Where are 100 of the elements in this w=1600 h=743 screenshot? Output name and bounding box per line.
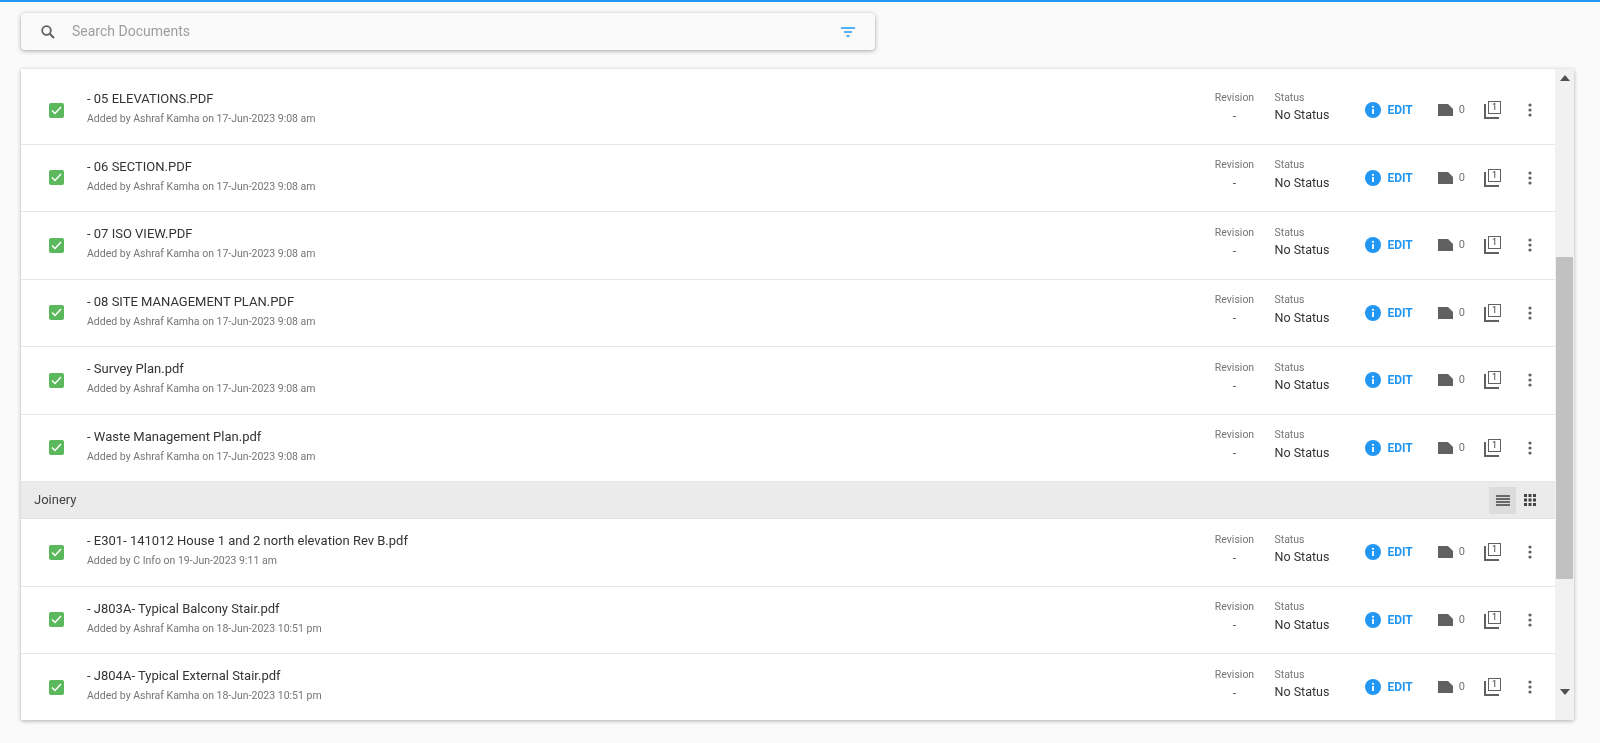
checkbox[interactable]	[49, 237, 64, 253]
revision-label: Revision	[1214, 531, 1255, 548]
info-icon[interactable]	[1365, 439, 1382, 456]
document-name[interactable]: - 07 ISO VIEW.PDF	[87, 225, 1200, 244]
info-icon[interactable]	[1365, 102, 1382, 119]
attachment-count: 0	[1458, 439, 1465, 456]
attachment-count: 0	[1458, 679, 1465, 695]
revision-label: Revision	[1214, 666, 1255, 683]
info-icon[interactable]	[1365, 611, 1382, 628]
more-icon[interactable]	[1528, 680, 1532, 695]
copies-count: 1	[1488, 438, 1501, 452]
document-name[interactable]: - Survey Plan.pdf	[87, 360, 1200, 379]
info-icon[interactable]	[1365, 169, 1382, 186]
attachment-count: 0	[1458, 237, 1465, 253]
checkbox[interactable]	[49, 679, 64, 695]
copies-count: 1	[1488, 543, 1501, 557]
status-value: No Status	[1274, 376, 1331, 395]
more-icon[interactable]	[1528, 612, 1532, 627]
document-name[interactable]: - 08 SITE MANAGEMENT PLAN.PDF	[87, 292, 1200, 311]
grid-view-icon	[1523, 494, 1536, 506]
status-label: Status	[1274, 666, 1306, 683]
revision-label: Revision	[1214, 599, 1255, 616]
revision-value: -	[1232, 445, 1237, 463]
added-by-text: Added by Ashraf Kamha on 17-Jun-2023 9:08 am	[87, 179, 317, 194]
attachment-count: 0	[1458, 304, 1465, 321]
more-icon[interactable]	[1528, 545, 1532, 560]
document-name[interactable]: - E301- 141012 House 1 and 2 north elevation Rev B.pdf	[87, 532, 1200, 551]
status-label: Status	[1274, 427, 1306, 443]
folder-icon[interactable]	[1437, 613, 1453, 626]
attachment-count: 0	[1458, 102, 1465, 118]
folder-icon[interactable]	[1437, 306, 1453, 319]
more-icon[interactable]	[1528, 440, 1532, 455]
info-icon[interactable]	[1365, 237, 1382, 254]
document-name[interactable]: - Waste Management Plan.pdf	[87, 427, 1200, 446]
status-label: Status	[1274, 599, 1306, 615]
attachment-count: 0	[1458, 372, 1465, 388]
status-label: Status	[1274, 157, 1306, 173]
attachment-count: 0	[1458, 169, 1465, 186]
revision-label: Revision	[1214, 89, 1255, 106]
revision-value: -	[1232, 549, 1237, 567]
added-by-text: Added by Ashraf Kamha on 17-Jun-2023 9:08 am	[87, 247, 317, 262]
more-icon[interactable]	[1528, 103, 1532, 118]
scrollbar-thumb[interactable]	[1556, 257, 1573, 579]
folder-icon[interactable]	[1437, 374, 1453, 387]
revision-value: -	[1232, 107, 1237, 125]
info-icon[interactable]	[1365, 544, 1382, 561]
list-view-button[interactable]	[1489, 486, 1516, 514]
status-value: No Status	[1274, 173, 1331, 192]
search-field[interactable]: Search Documents	[72, 21, 841, 42]
scroll-down-arrow[interactable]	[1559, 689, 1570, 695]
revision-label: Revision	[1214, 427, 1255, 444]
status-label: Status	[1274, 89, 1306, 106]
revision-value: -	[1232, 175, 1237, 193]
scroll-up-arrow[interactable]	[1559, 75, 1570, 81]
added-by-text: Added by C Info on 19-Jun-2023 9:11 am	[87, 554, 278, 569]
folder-icon[interactable]	[1437, 441, 1453, 454]
copies-count: 1	[1488, 678, 1501, 692]
more-icon[interactable]	[1528, 170, 1532, 185]
document-name[interactable]: - J803A- Typical Balcony Stair.pdf	[87, 599, 1200, 618]
info-icon[interactable]	[1365, 372, 1382, 389]
document-name[interactable]: - 05 ELEVATIONS.PDF	[87, 90, 1200, 109]
status-value: No Status	[1274, 308, 1331, 327]
copies-count: 1	[1488, 236, 1501, 250]
added-by-text: Added by Ashraf Kamha on 17-Jun-2023 9:08 am	[87, 449, 317, 464]
checkbox[interactable]	[49, 102, 64, 118]
status-value: No Status	[1274, 106, 1331, 125]
folder-icon[interactable]	[1437, 681, 1453, 694]
status-label: Status	[1274, 359, 1306, 376]
added-by-text: Added by Ashraf Kamha on 17-Jun-2023 9:08 am	[87, 314, 317, 329]
folder-icon[interactable]	[1437, 171, 1453, 184]
checkbox[interactable]	[49, 170, 64, 186]
status-value: No Status	[1274, 443, 1331, 462]
copies-count: 1	[1488, 101, 1501, 115]
revision-label: Revision	[1214, 157, 1255, 174]
revision-value: -	[1232, 377, 1237, 395]
checkbox[interactable]	[49, 372, 64, 388]
document-name[interactable]: - 06 SECTION.PDF	[87, 157, 1200, 176]
info-icon[interactable]	[1365, 679, 1382, 696]
folder-icon[interactable]	[1437, 239, 1453, 252]
more-icon[interactable]	[1528, 373, 1532, 388]
checkbox[interactable]	[49, 612, 64, 628]
status-label: Status	[1274, 224, 1306, 241]
checkbox[interactable]	[49, 544, 64, 560]
list-view-icon	[1495, 494, 1510, 506]
revision-label: Revision	[1214, 224, 1255, 241]
added-by-text: Added by Ashraf Kamha on 17-Jun-2023 9:08 am	[87, 382, 317, 397]
document-name[interactable]: - J804A- Typical External Stair.pdf	[87, 667, 1200, 686]
more-icon[interactable]	[1528, 305, 1532, 320]
more-icon[interactable]	[1528, 238, 1532, 253]
added-by-text: Added by Ashraf Kamha on 18-Jun-2023 10:51 pm	[87, 689, 323, 704]
folder-icon[interactable]	[1437, 104, 1453, 117]
status-value: No Status	[1274, 615, 1331, 634]
status-label: Status	[1274, 292, 1306, 308]
checkbox[interactable]	[49, 305, 64, 321]
copies-count: 1	[1488, 371, 1501, 385]
attachment-count: 0	[1458, 611, 1465, 628]
scrollbar[interactable]	[1555, 69, 1574, 720]
folder-icon[interactable]	[1437, 546, 1453, 559]
info-icon[interactable]	[1365, 304, 1382, 321]
checkbox[interactable]	[49, 440, 64, 456]
